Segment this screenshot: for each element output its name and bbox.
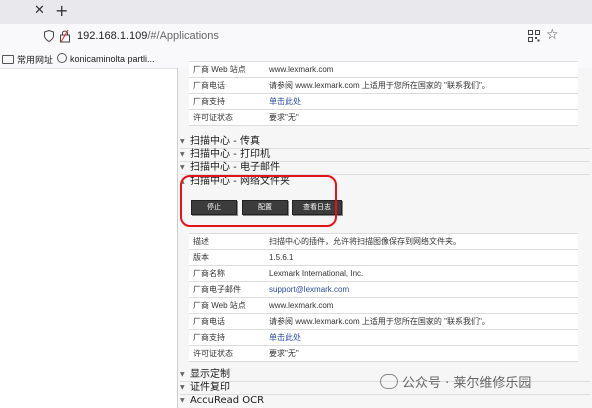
row-key: 厂商电话 (189, 313, 265, 330)
table-row: 版本 1.5.6.1 (189, 249, 578, 266)
email-link[interactable]: support@lexmark.com (265, 281, 578, 298)
folder-icon (2, 55, 14, 64)
table-row: 许可证状态 要求"无" (189, 345, 578, 362)
row-value: 扫描中心的插件，允许将扫描图像保存到网络文件夹。 (265, 233, 578, 250)
url-field[interactable]: 192.168.1.109/#/Applications (77, 30, 219, 42)
row-key: 描述 (189, 233, 265, 250)
chevron-down-icon: ▼ (180, 151, 185, 158)
row-key: 厂商电子邮件 (189, 281, 265, 298)
row-value: 要求"无" (265, 345, 578, 362)
table-row: 厂商名称 Lexmark International, Inc. (189, 265, 578, 282)
row-value: Lexmark International, Inc. (265, 265, 578, 282)
url-path: /#/Applications (147, 30, 219, 42)
shield-icon[interactable] (44, 30, 54, 42)
section-title: 扫描中心 - 传真 (190, 136, 260, 147)
watermark: 公众号 · 莱尔维修乐园 (380, 372, 531, 391)
row-key: 厂商名称 (189, 265, 265, 282)
table-row: 描述 扫描中心的插件，允许将扫描图像保存到网络文件夹。 (189, 233, 578, 250)
table-row: 厂商支持 单击此处 (189, 329, 578, 346)
new-tab-icon[interactable]: + (55, 1, 68, 20)
highlight-annotation (180, 175, 337, 227)
table-row: 厂商支持 单击此处 (189, 93, 578, 110)
table-row: 厂商电话 请参阅 www.lexmark.com 上适用于您所在国家的 "联系我们… (189, 313, 578, 330)
row-key: 许可证状态 (189, 345, 265, 362)
section-scan-email[interactable]: ▼ 扫描中心 - 电子邮件 (180, 162, 590, 175)
row-value: 请参阅 www.lexmark.com 上适用于您所在国家的 "联系我们"。 (265, 313, 578, 330)
section-accuread-ocr[interactable]: ▼ AccuRead OCR (180, 395, 590, 407)
section-title: 扫描中心 - 电子邮件 (190, 162, 280, 173)
table-row: 厂商 Web 站点 www.lexmark.com (189, 297, 578, 314)
bookmark-folder-label: 常用网址 (17, 55, 54, 65)
address-bar: 192.168.1.109/#/Applications ☆ (0, 24, 592, 51)
tab-strip: ✕ + (0, 0, 592, 24)
row-key: 厂商支持 (189, 329, 265, 346)
bookmark-folder[interactable]: 常用网址 (2, 53, 53, 66)
table-row: 厂商 Web 站点 www.lexmark.com (189, 61, 578, 78)
support-link[interactable]: 单击此处 (265, 329, 578, 346)
table-row: 厂商电子邮件 support@lexmark.com (189, 281, 578, 298)
row-key: 厂商支持 (189, 93, 265, 110)
row-key: 许可证状态 (189, 109, 265, 126)
table-row: 许可证状态 要求"无" (189, 109, 578, 126)
row-value: 要求"无" (265, 109, 578, 126)
section-title: AccuRead OCR (190, 395, 265, 406)
section-title: 显示定制 (190, 369, 230, 380)
chevron-down-icon: ▼ (180, 138, 185, 145)
url-host: 192.168.1.109 (77, 30, 148, 42)
lock-icon[interactable] (59, 29, 71, 43)
section-title: 证件复印 (190, 382, 230, 393)
close-tab-icon[interactable]: ✕ (34, 3, 45, 18)
row-key: 厂商电话 (189, 77, 265, 94)
chevron-down-icon: ▼ (180, 164, 185, 171)
section-scan-printer[interactable]: ▼ 扫描中心 - 打印机 (180, 149, 590, 162)
section-scan-fax[interactable]: ▼ 扫描中心 - 传真 (180, 136, 590, 149)
chevron-down-icon: ▼ (180, 397, 185, 404)
row-value: www.lexmark.com (265, 297, 578, 314)
row-value: 1.5.6.1 (265, 249, 578, 266)
details-table-upper: 厂商 Web 站点 www.lexmark.com 厂商电话 请参阅 www.lex… (189, 61, 578, 126)
globe-icon (57, 53, 67, 63)
bookmark-link[interactable]: konicaminolta partli... (57, 53, 155, 64)
bookmark-star-icon[interactable]: ☆ (546, 27, 559, 43)
watermark-text: 公众号 · 莱尔维修乐园 (402, 376, 532, 391)
wechat-icon (380, 374, 398, 389)
qr-code-icon[interactable] (528, 30, 540, 42)
row-value: www.lexmark.com (265, 61, 578, 78)
row-key: 版本 (189, 249, 265, 266)
chevron-down-icon: ▼ (180, 384, 185, 391)
section-title: 扫描中心 - 打印机 (190, 149, 270, 160)
bookmark-link-label: konicaminolta partli... (70, 54, 155, 64)
row-key: 厂商 Web 站点 (189, 297, 265, 314)
support-link[interactable]: 单击此处 (265, 93, 578, 110)
table-row: 厂商电话 请参阅 www.lexmark.com 上适用于您所在国家的 "联系我们… (189, 77, 578, 94)
details-table: 描述 扫描中心的插件，允许将扫描图像保存到网络文件夹。 版本 1.5.6.1 厂商名… (189, 233, 578, 362)
row-key: 厂商 Web 站点 (189, 61, 265, 78)
row-value: 请参阅 www.lexmark.com 上适用于您所在国家的 "联系我们"。 (265, 77, 578, 94)
chevron-down-icon: ▼ (180, 371, 185, 378)
